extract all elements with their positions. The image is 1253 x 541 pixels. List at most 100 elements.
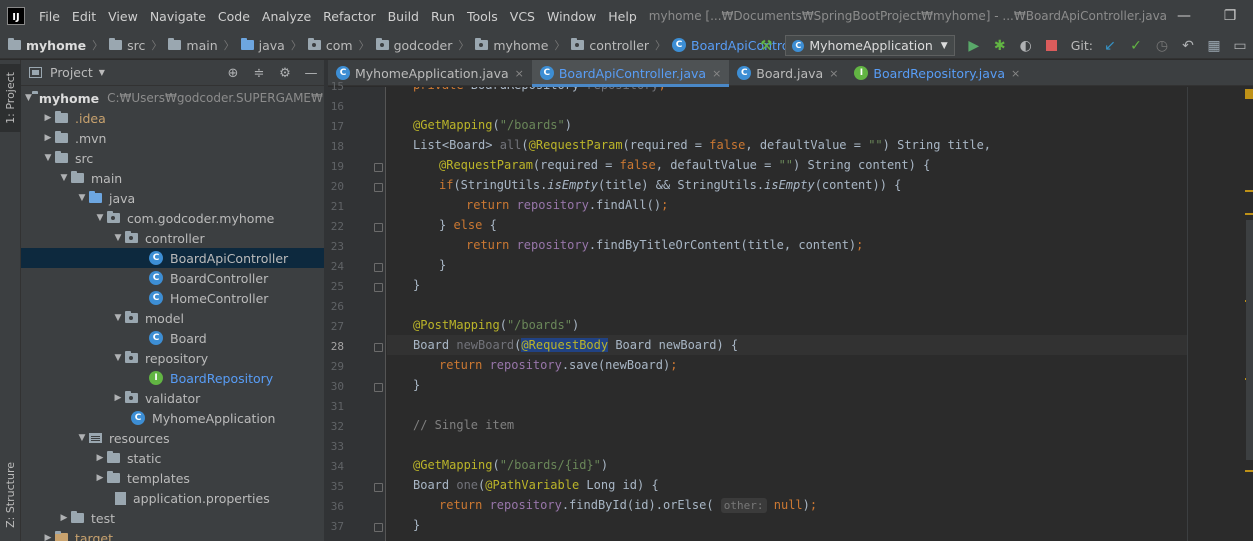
error-stripe[interactable] [1187, 87, 1253, 541]
intellij-logo-icon[interactable]: IJ [7, 7, 25, 25]
menu-analyze[interactable]: Analyze [256, 9, 317, 24]
menu-view[interactable]: View [102, 9, 144, 24]
hide-icon[interactable]: — [298, 66, 324, 81]
fold-marker-icon[interactable] [374, 383, 383, 392]
tab-boardapicontroller[interactable]: C BoardApiController.java × [531, 60, 730, 87]
close-icon[interactable]: × [712, 67, 721, 80]
fold-marker-icon[interactable] [374, 343, 383, 352]
menu-file[interactable]: File [33, 9, 66, 24]
project-structure-icon[interactable]: ▦ [1201, 32, 1227, 59]
build-hammer-icon[interactable]: ⚒ [753, 32, 779, 59]
tree-item-homecontroller[interactable]: C HomeController [21, 288, 324, 308]
fold-marker-icon[interactable] [374, 283, 383, 292]
tree-item-boardapicontroller[interactable]: C BoardApiController [21, 248, 324, 268]
menu-run[interactable]: Run [425, 9, 461, 24]
git-update-icon[interactable]: ↙ [1097, 32, 1123, 59]
editor-gutter[interactable]: 15 16 17 18 19 20 21 22 23 24 25 26 27 2… [328, 80, 386, 541]
close-icon[interactable]: × [515, 67, 524, 80]
breadcrumb-myhome-package[interactable]: myhome [475, 38, 548, 53]
tree-item-mvn[interactable]: ▶ .mvn [21, 128, 324, 148]
warning-mark[interactable] [1245, 470, 1253, 472]
run-configuration-select[interactable]: C MyhomeApplication ▼ [785, 35, 955, 56]
collapsed-arrow-icon[interactable]: ▶ [93, 473, 107, 483]
tree-item-model[interactable]: ▼ model [21, 308, 324, 328]
tree-item-src[interactable]: ▼ src [21, 148, 324, 168]
gear-icon[interactable]: ⚙ [272, 66, 298, 81]
tree-item-main[interactable]: ▼ main [21, 168, 324, 188]
tree-item-application-properties[interactable]: application.properties [21, 488, 324, 508]
tab-boardrepository[interactable]: I BoardRepository.java × [846, 60, 1028, 86]
menu-edit[interactable]: Edit [66, 9, 102, 24]
tab-myhomeapplication[interactable]: C MyhomeApplication.java × [328, 60, 532, 86]
collapse-all-icon[interactable]: ≑ [246, 66, 272, 81]
tree-item-java[interactable]: ▼ java [21, 188, 324, 208]
menu-tools[interactable]: Tools [461, 9, 504, 24]
collapsed-arrow-icon[interactable]: ▶ [41, 113, 55, 123]
menu-navigate[interactable]: Navigate [144, 9, 212, 24]
breadcrumb-controller[interactable]: controller [571, 38, 649, 53]
breadcrumb-main[interactable]: main [168, 38, 218, 53]
expanded-arrow-icon[interactable]: ▼ [75, 433, 89, 443]
tree-item-static[interactable]: ▶ static [21, 448, 324, 468]
expanded-arrow-icon[interactable]: ▼ [111, 233, 125, 243]
breadcrumb-myhome[interactable]: myhome [8, 38, 86, 53]
tree-item-validator[interactable]: ▶ validator [21, 388, 324, 408]
locate-icon[interactable]: ⊕ [220, 66, 246, 81]
vertical-scrollbar[interactable] [1246, 220, 1253, 460]
tree-item-boardcontroller[interactable]: C BoardController [21, 268, 324, 288]
fold-marker-icon[interactable] [374, 223, 383, 232]
collapsed-arrow-icon[interactable]: ▶ [41, 133, 55, 143]
git-commit-icon[interactable]: ✓ [1123, 32, 1149, 59]
rollback-icon[interactable]: ↶ [1175, 32, 1201, 59]
close-icon[interactable]: × [829, 67, 838, 80]
breadcrumb-java[interactable]: java [240, 38, 285, 53]
close-icon[interactable]: × [1011, 67, 1020, 80]
menu-vcs[interactable]: VCS [504, 9, 541, 24]
tree-item-templates[interactable]: ▶ templates [21, 468, 324, 488]
collapsed-arrow-icon[interactable]: ▶ [93, 453, 107, 463]
tree-item-test[interactable]: ▶ test [21, 508, 324, 528]
stop-icon[interactable] [1039, 32, 1065, 59]
maximize-button[interactable]: ❐ [1207, 0, 1253, 32]
minimize-button[interactable]: — [1161, 0, 1207, 32]
code-editor[interactable]: private BoardRepository repository; @Get… [387, 87, 1187, 541]
breadcrumb-src[interactable]: src [109, 38, 145, 53]
presentation-icon[interactable]: ▭ [1227, 32, 1253, 59]
collapsed-arrow-icon[interactable]: ▶ [57, 513, 71, 523]
expanded-arrow-icon[interactable]: ▼ [75, 193, 89, 203]
run-icon[interactable]: ▶ [961, 32, 987, 59]
menu-refactor[interactable]: Refactor [317, 9, 381, 24]
warning-mark[interactable] [1245, 213, 1253, 215]
debug-icon[interactable]: ✱ [987, 32, 1013, 59]
tree-item-idea[interactable]: ▶ .idea [21, 108, 324, 128]
fold-marker-icon[interactable] [374, 523, 383, 532]
project-tool-tab[interactable]: 1: Project [0, 64, 21, 132]
tree-item-myhomeapplication[interactable]: C MyhomeApplication [21, 408, 324, 428]
project-view-selector[interactable]: Project ▼ [29, 65, 105, 80]
fold-marker-icon[interactable] [374, 183, 383, 192]
structure-tool-tab[interactable]: Z: Structure [0, 452, 21, 538]
tree-item-myhome[interactable]: ▼ myhome C:₩Users₩godcoder.SUPERGAME₩Do [21, 88, 324, 108]
tree-item-target[interactable]: ▶ target [21, 528, 324, 541]
expanded-arrow-icon[interactable]: ▼ [57, 173, 71, 183]
tree-item-board[interactable]: C Board [21, 328, 324, 348]
expanded-arrow-icon[interactable]: ▼ [111, 313, 125, 323]
menu-help[interactable]: Help [602, 9, 643, 24]
menu-window[interactable]: Window [541, 9, 602, 24]
git-history-icon[interactable]: ◷ [1149, 32, 1175, 59]
breadcrumb-godcoder[interactable]: godcoder [375, 38, 452, 53]
tree-item-repository[interactable]: ▼ repository [21, 348, 324, 368]
warning-mark[interactable] [1245, 190, 1253, 192]
expanded-arrow-icon[interactable]: ▼ [25, 93, 32, 103]
coverage-icon[interactable]: ◐ [1013, 32, 1039, 59]
tree-item-boardrepository[interactable]: I BoardRepository [21, 368, 324, 388]
expanded-arrow-icon[interactable]: ▼ [41, 153, 55, 163]
breadcrumb-com[interactable]: com [307, 38, 353, 53]
menu-build[interactable]: Build [382, 9, 425, 24]
tab-board[interactable]: C Board.java × [729, 60, 846, 86]
fold-marker-icon[interactable] [374, 163, 383, 172]
tree-item-resources[interactable]: ▼ resources [21, 428, 324, 448]
expanded-arrow-icon[interactable]: ▼ [111, 353, 125, 363]
menu-code[interactable]: Code [212, 9, 256, 24]
warning-indicator-icon[interactable] [1245, 89, 1253, 99]
